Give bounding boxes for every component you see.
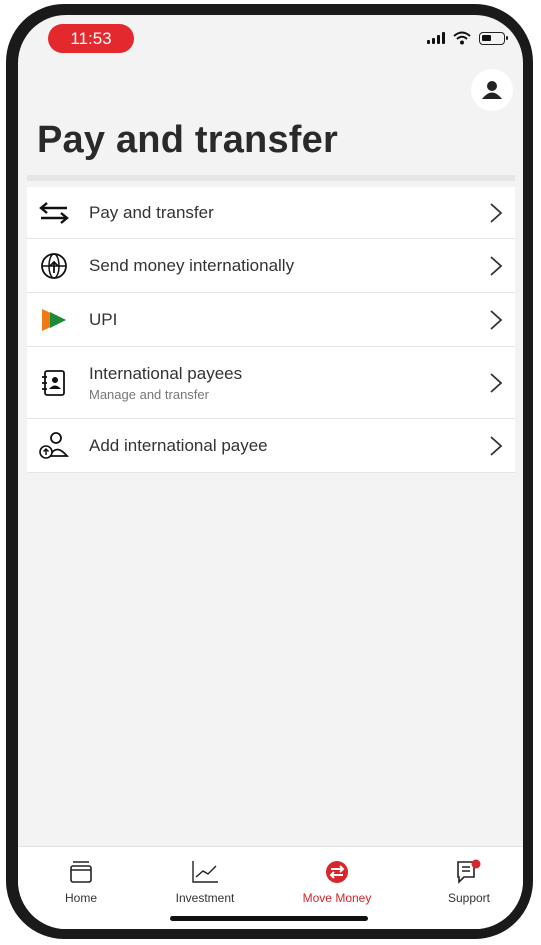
nav-move-money[interactable]: Move Money [282, 857, 392, 905]
page-title: Pay and transfer [37, 119, 338, 161]
header-divider [27, 175, 515, 181]
menu-item-label: International payees [89, 363, 243, 383]
nav-support[interactable]: Support [414, 857, 523, 905]
profile-button[interactable] [471, 69, 513, 111]
nav-label: Move Money [302, 891, 372, 905]
status-icons [427, 31, 508, 45]
nav-investment[interactable]: Investment [150, 857, 260, 905]
nav-label: Home [64, 891, 97, 905]
wallet-icon [70, 861, 92, 883]
payee-card-icon [37, 368, 71, 398]
menu-item-pay-and-transfer[interactable]: Pay and transfer [27, 187, 515, 239]
signal-icon [427, 32, 445, 44]
upi-logo-icon [37, 305, 71, 335]
status-time: 11:53 [48, 24, 134, 53]
menu-item-international-payees[interactable]: International payees Manage and transfer [27, 347, 515, 419]
chevron-right-icon [490, 309, 503, 330]
bottom-nav: Home Investment Move Money Support [18, 846, 523, 929]
person-icon [482, 81, 502, 99]
battery-icon [479, 31, 508, 45]
menu-item-upi[interactable]: UPI [27, 293, 515, 347]
menu-item-label: Send money internationally [89, 255, 295, 275]
app-screen: 11:53 Pay and transfer Pay and transfer … [18, 15, 523, 929]
home-indicator[interactable] [170, 916, 368, 921]
nav-label: Support [447, 891, 491, 905]
swap-arrows-icon [37, 198, 71, 228]
chart-line-icon [192, 861, 218, 883]
chevron-right-icon [490, 255, 503, 276]
menu-list: Pay and transfer Send money internationa… [27, 187, 515, 473]
menu-item-label: Add international payee [89, 435, 268, 455]
menu-item-sublabel: Manage and transfer [89, 386, 209, 402]
menu-item-label: UPI [89, 309, 118, 329]
chevron-right-icon [490, 202, 503, 223]
globe-send-icon [37, 251, 71, 281]
add-payee-icon [37, 431, 71, 461]
support-chat-icon [457, 859, 481, 884]
menu-item-label: Pay and transfer [89, 202, 214, 222]
chevron-right-icon [490, 372, 503, 393]
nav-home[interactable]: Home [26, 857, 136, 905]
move-money-icon [326, 861, 348, 883]
wifi-icon [453, 31, 471, 45]
chevron-right-icon [490, 435, 503, 456]
menu-item-add-international-payee[interactable]: Add international payee [27, 419, 515, 473]
menu-item-send-money-internationally[interactable]: Send money internationally [27, 239, 515, 293]
nav-label: Investment [175, 891, 235, 905]
